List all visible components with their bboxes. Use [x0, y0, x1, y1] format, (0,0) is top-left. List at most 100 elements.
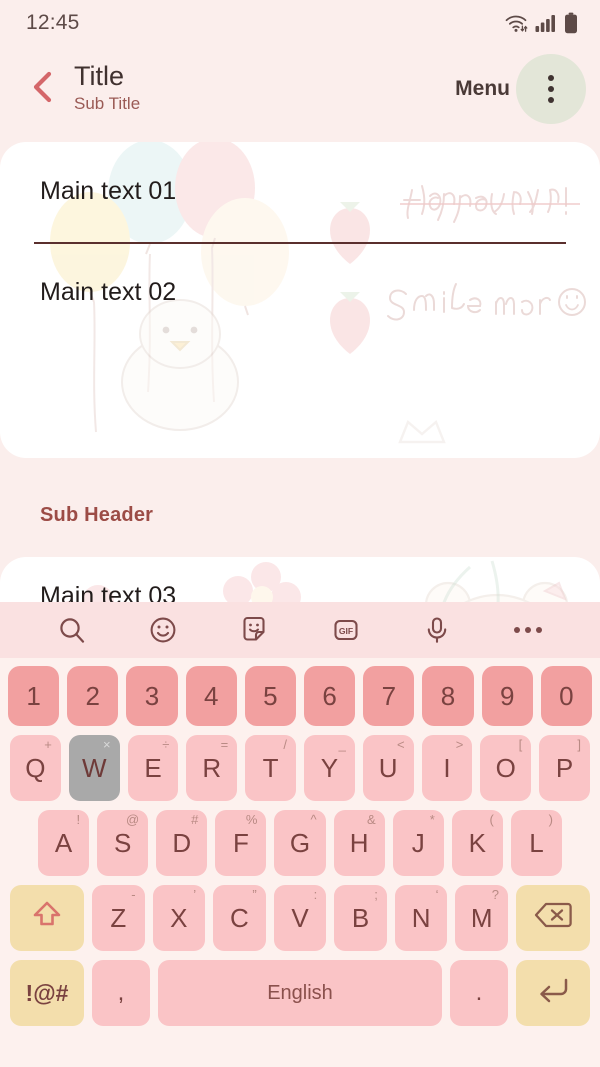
key-m[interactable]: ? M — [455, 885, 509, 951]
key-b[interactable]: ; B — [334, 885, 387, 951]
keyboard: GIF 1 2 3 4 5 6 7 8 9 0 + Q × W ÷ E = R … — [0, 602, 600, 1067]
content-area: Main text 01 Main text 02 Sub Header Mai… — [0, 132, 600, 602]
key-v[interactable]: : V — [273, 885, 327, 951]
key-sup: _ — [338, 737, 346, 752]
backspace-key[interactable] — [516, 885, 591, 951]
list-divider — [34, 242, 566, 244]
key-q[interactable]: + Q — [10, 735, 61, 801]
comma-key[interactable]: , — [92, 960, 150, 1026]
key-sup: ^ — [310, 812, 317, 827]
key-7[interactable]: 7 — [363, 666, 415, 726]
key-label: U — [378, 752, 398, 783]
app-bar: Title Sub Title Menu — [0, 46, 600, 132]
key-l[interactable]: ) L — [510, 810, 562, 876]
dot — [548, 86, 554, 92]
key-label: S — [113, 827, 132, 858]
keyboard-rows: 1 2 3 4 5 6 7 8 9 0 + Q × W ÷ E = R / T … — [0, 658, 600, 1036]
key-label: N — [411, 902, 431, 933]
key-y[interactable]: _ Y — [304, 735, 355, 801]
key-sup: # — [191, 812, 199, 827]
key-t[interactable]: / T — [245, 735, 296, 801]
space-key[interactable]: English — [158, 960, 442, 1026]
key-z[interactable]: - Z — [91, 885, 145, 951]
key-sup: ) — [548, 812, 553, 827]
emoji-icon[interactable] — [139, 606, 187, 654]
sub-header: Sub Header — [40, 504, 154, 526]
key-e[interactable]: ÷ E — [127, 735, 179, 801]
key-label: K — [468, 827, 486, 858]
key-j[interactable]: * J — [392, 810, 444, 876]
key-h[interactable]: & H — [333, 810, 385, 876]
backspace-icon — [534, 901, 572, 936]
status-bar: 12:45 — [0, 0, 600, 46]
dot — [548, 75, 554, 81]
menu-button[interactable]: Menu — [455, 77, 510, 101]
key-3[interactable]: 3 — [126, 666, 178, 726]
key-0[interactable]: 0 — [540, 666, 593, 726]
key-label: M — [470, 902, 493, 933]
key-sup: & — [366, 812, 376, 827]
search-icon[interactable] — [48, 606, 96, 654]
key-sup: ? — [491, 887, 500, 902]
key-sup: > — [455, 737, 464, 752]
key-1[interactable]: 1 — [7, 666, 60, 726]
key-w[interactable]: × W — [68, 735, 120, 801]
list-card-bottom: Main text 03 Secondary text Secondary te… — [0, 557, 600, 602]
key-label: T — [262, 752, 279, 783]
enter-key[interactable] — [516, 960, 590, 1026]
key-2[interactable]: 2 — [67, 666, 119, 726]
key-sup: ÷ — [162, 737, 170, 752]
key-a[interactable]: ! A — [38, 810, 90, 876]
key-g[interactable]: ^ G — [274, 810, 326, 876]
back-button[interactable] — [20, 67, 64, 111]
key-s[interactable]: @ S — [97, 810, 149, 876]
key-6[interactable]: 6 — [304, 666, 356, 726]
key-f[interactable]: % F — [215, 810, 267, 876]
key-k[interactable]: ( K — [451, 810, 503, 876]
key-d[interactable]: # D — [156, 810, 208, 876]
period-key[interactable]: . — [450, 960, 508, 1026]
keyboard-row-numbers: 1 2 3 4 5 6 7 8 9 0 — [5, 666, 595, 726]
key-i[interactable]: > I — [421, 735, 473, 801]
key-r[interactable]: = R — [186, 735, 238, 801]
list-item[interactable]: Main text 01 — [0, 177, 600, 206]
microphone-icon[interactable] — [413, 606, 461, 654]
key-p[interactable]: ] P — [539, 735, 590, 801]
key-9[interactable]: 9 — [481, 666, 533, 726]
key-sup: = — [220, 737, 229, 752]
title-block: Title Sub Title — [74, 61, 455, 116]
key-sup: < — [397, 737, 405, 752]
symbols-key[interactable]: !@# — [10, 960, 84, 1026]
key-5[interactable]: 5 — [244, 666, 296, 726]
page-title: Title — [74, 61, 125, 92]
list-card-top: Main text 01 Main text 02 — [0, 142, 600, 458]
page-subtitle: Sub Title — [74, 93, 141, 113]
more-icon[interactable] — [504, 606, 552, 654]
key-label: V — [291, 902, 309, 933]
key-u[interactable]: < U — [362, 735, 414, 801]
key-sup: / — [283, 737, 287, 752]
signal-icon — [535, 13, 557, 33]
key-label: J — [411, 827, 425, 858]
key-c[interactable]: ” C — [213, 885, 266, 951]
more-vertical-icon[interactable] — [516, 54, 586, 124]
gif-icon[interactable]: GIF — [322, 606, 370, 654]
list-item[interactable]: Main text 02 — [0, 278, 600, 307]
key-label: Q — [25, 752, 46, 783]
key-n[interactable]: ‘ N — [394, 885, 448, 951]
list-item[interactable]: Main text 03 Secondary text Secondary te… — [0, 582, 600, 602]
key-x[interactable]: ’ X — [152, 885, 206, 951]
key-o[interactable]: [ O — [480, 735, 532, 801]
key-label: R — [202, 752, 222, 783]
battery-icon — [564, 12, 578, 34]
key-sup: : — [313, 887, 318, 902]
key-sup: ‘ — [435, 887, 439, 902]
key-label: O — [495, 752, 516, 783]
sticker-icon[interactable] — [230, 606, 278, 654]
key-label: Y — [320, 752, 339, 783]
shift-arrow-icon — [30, 898, 64, 939]
key-8[interactable]: 8 — [422, 666, 474, 726]
key-4[interactable]: 4 — [185, 666, 237, 726]
dot — [548, 97, 554, 103]
shift-key[interactable] — [9, 885, 84, 951]
